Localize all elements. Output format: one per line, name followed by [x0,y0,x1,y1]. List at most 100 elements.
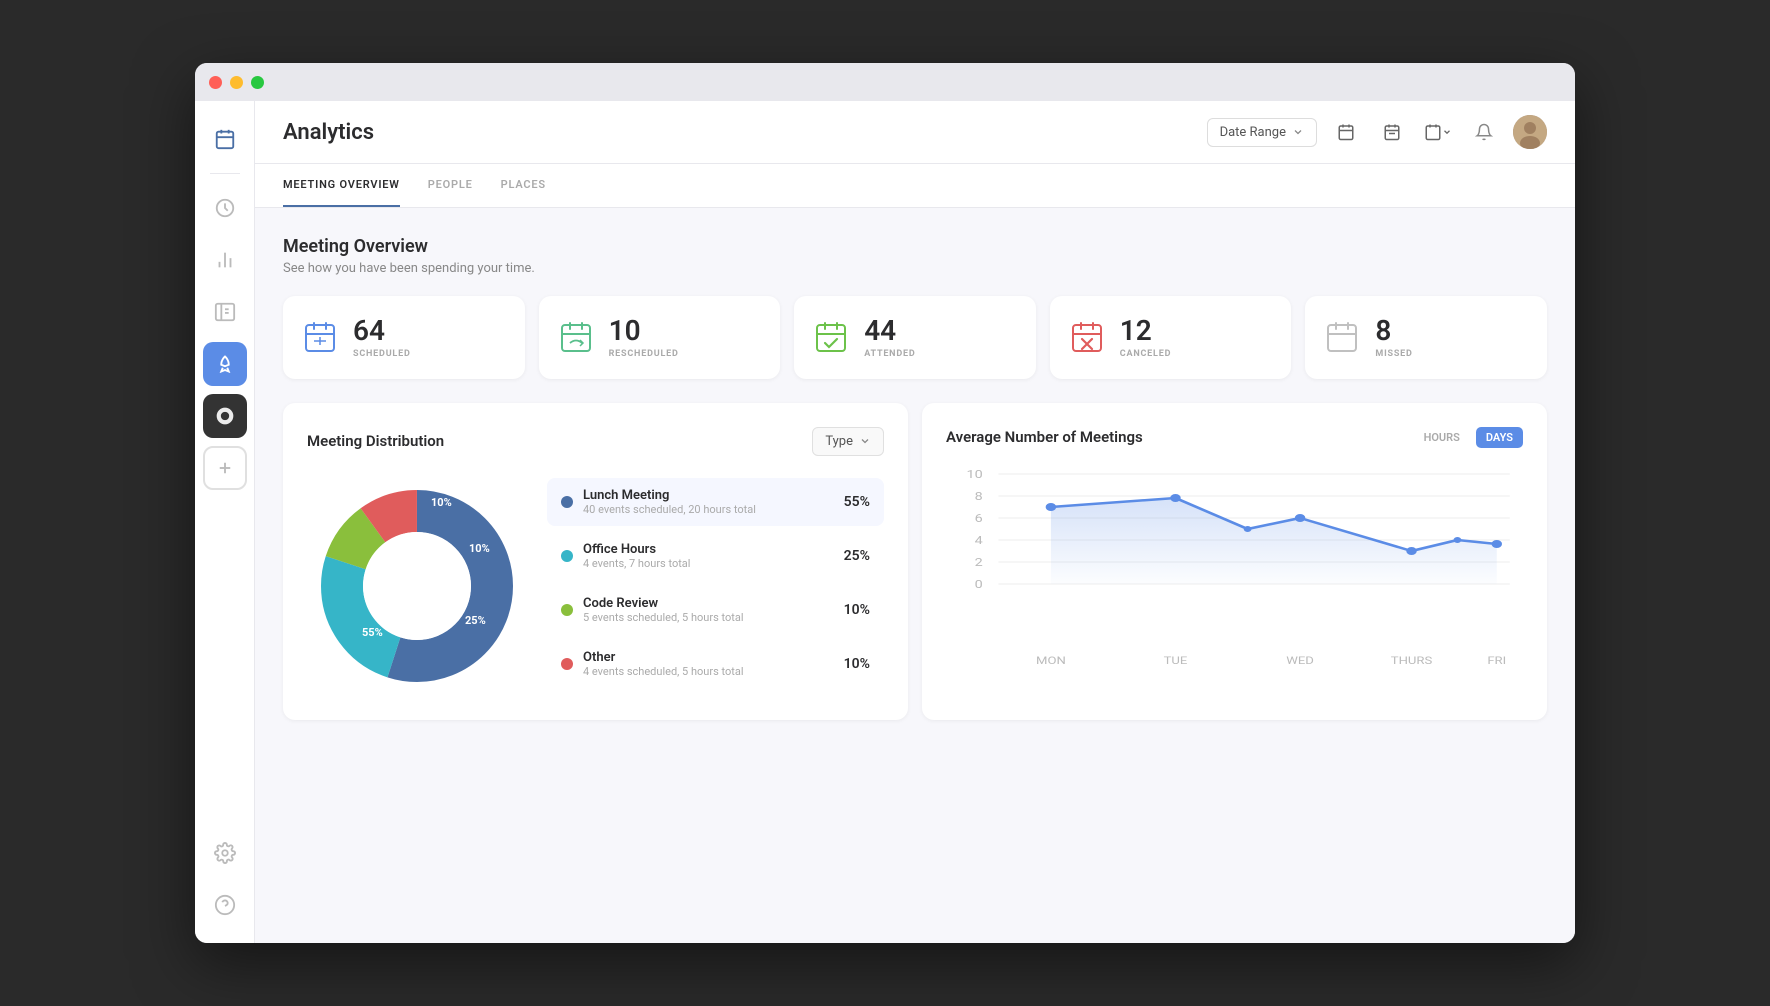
grid-view-icon[interactable] [1421,115,1455,149]
rescheduled-info: 10 Rescheduled [609,316,679,359]
close-button[interactable] [209,76,222,89]
stat-card-attended: 44 Attended [794,296,1036,379]
tab-people[interactable]: People [428,164,473,207]
section-subtitle: See how you have been spending your time… [283,261,1547,276]
donut-chart: 55% 25% 10% 10% [307,476,527,696]
content-area: Meeting Overview See how you have been s… [255,208,1575,943]
canceled-info: 12 Canceled [1120,316,1171,359]
user-avatar[interactable] [1513,115,1547,149]
calendar-view-icon[interactable] [1329,115,1363,149]
tab-meeting-overview[interactable]: Meeting Overview [283,164,400,207]
avg-meetings-card: Average Number of Meetings HOURS DAYS [922,403,1547,720]
office-text: Office Hours 4 events, 7 hours total [583,542,844,570]
rescheduled-number: 10 [609,316,679,347]
svg-text:WED: WED [1286,654,1314,666]
lunch-desc: 40 events scheduled, 20 hours total [583,503,844,516]
toggle-days[interactable]: DAYS [1476,427,1523,448]
header-right: Date Range [1207,115,1547,149]
lunch-name: Lunch Meeting [583,488,844,503]
notification-icon[interactable] [1467,115,1501,149]
office-name: Office Hours [583,542,844,557]
canceled-label: Canceled [1120,349,1171,359]
app-body: Analytics Date Range [195,101,1575,943]
canceled-number: 12 [1120,316,1171,347]
office-pct: 25% [844,548,870,564]
stat-card-rescheduled: 10 Rescheduled [539,296,781,379]
type-dropdown[interactable]: Type [812,427,884,456]
attended-icon [812,318,850,356]
missed-icon [1323,318,1361,356]
app-window: Analytics Date Range [195,63,1575,943]
svg-text:MON: MON [1036,654,1066,666]
canceled-icon [1068,318,1106,356]
titlebar [195,63,1575,101]
sidebar-item-analytics[interactable] [203,238,247,282]
attended-info: 44 Attended [864,316,915,359]
sidebar-item-contacts[interactable] [203,290,247,334]
legend-item-other[interactable]: Other 4 events scheduled, 5 hours total … [547,640,884,688]
sidebar-item-help[interactable] [203,883,247,927]
missed-label: Missed [1375,349,1412,359]
tabs-bar: Meeting Overview People Places [255,164,1575,208]
lunch-pct: 55% [844,494,870,510]
svg-text:4: 4 [975,534,983,547]
distribution-card: Meeting Distribution Type [283,403,908,720]
lunch-text: Lunch Meeting 40 events scheduled, 20 ho… [583,488,844,516]
sidebar-item-clock[interactable] [203,186,247,230]
svg-text:2: 2 [975,556,983,569]
minimize-button[interactable] [230,76,243,89]
sidebar-item-add[interactable] [203,446,247,490]
other-name: Other [583,650,844,665]
distribution-title: Meeting Distribution [307,432,444,450]
svg-text:10: 10 [967,468,983,481]
date-range-dropdown[interactable]: Date Range [1207,118,1317,147]
chart-toggle: HOURS DAYS [1414,427,1523,448]
scheduled-info: 64 Scheduled [353,316,411,359]
rescheduled-icon [557,318,595,356]
scheduled-icon [301,318,339,356]
chart-header: Average Number of Meetings HOURS DAYS [946,427,1523,448]
rescheduled-label: Rescheduled [609,349,679,359]
maximize-button[interactable] [251,76,264,89]
svg-text:10%: 10% [431,496,452,509]
scheduled-label: Scheduled [353,349,411,359]
main-content: Analytics Date Range [255,101,1575,943]
attended-number: 44 [864,316,915,347]
svg-text:10%: 10% [469,542,490,555]
list-view-icon[interactable] [1375,115,1409,149]
office-desc: 4 events, 7 hours total [583,557,844,570]
lower-grid: Meeting Distribution Type [283,403,1547,720]
svg-text:25%: 25% [465,614,486,627]
sidebar-item-calendar[interactable] [203,117,247,161]
legend-item-lunch[interactable]: Lunch Meeting 40 events scheduled, 20 ho… [547,478,884,526]
legend-item-office[interactable]: Office Hours 4 events, 7 hours total 25% [547,532,884,580]
line-chart: 10 8 6 4 2 0 MON TUE WED THURS [946,464,1523,684]
toggle-hours[interactable]: HOURS [1414,427,1470,448]
tab-places[interactable]: Places [501,164,546,207]
stat-card-scheduled: 64 Scheduled [283,296,525,379]
svg-text:FRI: FRI [1487,654,1506,666]
sidebar-item-rocket[interactable] [203,342,247,386]
sidebar-item-brand[interactable] [203,394,247,438]
page-title: Analytics [283,120,374,145]
distribution-content: 55% 25% 10% 10% [307,476,884,696]
stat-card-missed: 8 Missed [1305,296,1547,379]
missed-info: 8 Missed [1375,316,1412,359]
code-desc: 5 events scheduled, 5 hours total [583,611,844,624]
sidebar-item-settings[interactable] [203,831,247,875]
other-text: Other 4 events scheduled, 5 hours total [583,650,844,678]
code-text: Code Review 5 events scheduled, 5 hours … [583,596,844,624]
lunch-dot [561,496,573,508]
office-dot [561,550,573,562]
date-range-label: Date Range [1220,125,1286,140]
svg-text:THURS: THURS [1391,654,1433,666]
attended-label: Attended [864,349,915,359]
stat-card-canceled: 12 Canceled [1050,296,1292,379]
legend-item-code[interactable]: Code Review 5 events scheduled, 5 hours … [547,586,884,634]
other-pct: 10% [844,656,870,672]
svg-text:TUE: TUE [1164,654,1188,666]
type-label: Type [825,434,853,449]
code-name: Code Review [583,596,844,611]
sidebar [195,101,255,943]
header: Analytics Date Range [255,101,1575,164]
